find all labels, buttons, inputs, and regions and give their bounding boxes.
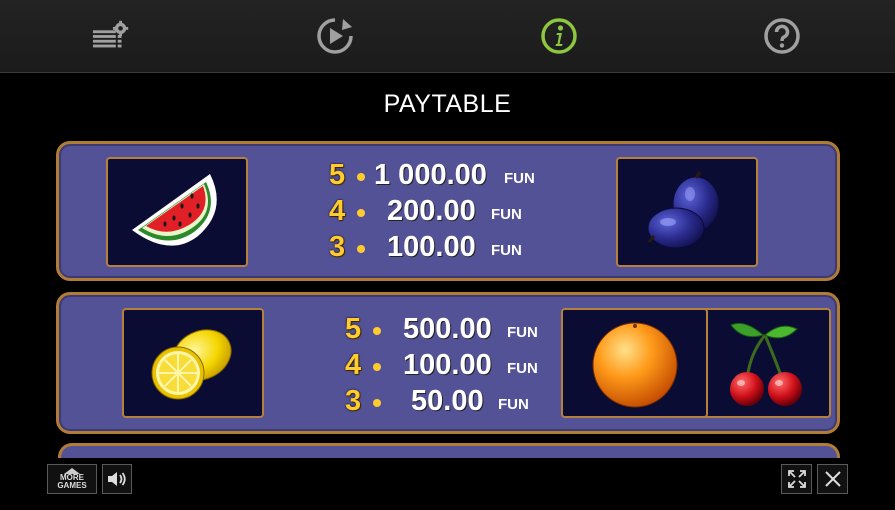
more-games-label-2: GAMES (57, 481, 87, 490)
lemon-icon (151, 329, 232, 400)
symbol-plum (616, 157, 758, 267)
speaker-icon (108, 472, 126, 486)
symbol-watermelon (106, 157, 248, 267)
symbol-cherries (689, 308, 831, 418)
symbol-count: 5 (345, 313, 362, 345)
currency-label: FUN (491, 242, 522, 259)
payout-amount: 200.00 (387, 195, 476, 227)
cherries-icon (730, 322, 802, 406)
paytable-panel-2: 5 500.00 FUN 4 100.00 FUN 3 50.00 FUN (56, 292, 840, 434)
autoplay-button[interactable] (315, 16, 355, 56)
help-icon (764, 18, 800, 54)
info-button[interactable] (539, 16, 579, 56)
close-button[interactable] (817, 464, 848, 494)
payout-amount: 500.00 (403, 313, 492, 345)
autoplay-icon (317, 18, 353, 54)
currency-label: FUN (507, 324, 538, 341)
close-icon (824, 471, 841, 487)
currency-label: FUN (504, 170, 535, 187)
bet-settings-icon (92, 20, 129, 48)
orange-icon (592, 322, 677, 408)
symbol-count: 4 (329, 195, 346, 227)
symbol-count: 4 (345, 349, 362, 381)
watermelon-icon (132, 174, 217, 246)
symbol-lemon (122, 308, 264, 418)
symbol-count: 5 (329, 159, 346, 191)
paytable-panel-3-partial (58, 443, 840, 458)
fullscreen-icon (787, 470, 806, 488)
symbol-count: 3 (329, 231, 346, 263)
currency-label: FUN (507, 360, 538, 377)
info-icon (541, 18, 577, 54)
more-games-icon: MORE GAMES (57, 468, 87, 490)
plum-icon (647, 171, 720, 249)
top-toolbar (0, 0, 895, 73)
payout-amount: 100.00 (403, 349, 492, 381)
symbol-count: 3 (345, 385, 362, 417)
bet-settings-button[interactable] (92, 16, 132, 56)
page-title: PAYTABLE (383, 90, 512, 118)
paytable-panel-1: 5 1 000.00 FUN 4 200.00 FUN 3 100.00 FUN (56, 141, 840, 281)
payout-amount: 1 000.00 (374, 159, 487, 191)
currency-label: FUN (498, 396, 529, 413)
bullet-dot (373, 363, 381, 371)
bullet-dot (373, 327, 381, 335)
sound-button[interactable] (102, 464, 132, 494)
symbol-orange (561, 308, 708, 418)
currency-label: FUN (491, 206, 522, 223)
bullet-dot (357, 209, 365, 217)
bullet-dot (357, 245, 365, 253)
fullscreen-button[interactable] (781, 464, 812, 494)
payout-amount: 100.00 (387, 231, 476, 263)
bullet-dot (373, 399, 381, 407)
bullet-dot (357, 173, 365, 181)
help-button[interactable] (762, 16, 802, 56)
payout-amount: 50.00 (411, 385, 484, 417)
more-games-button[interactable]: MORE GAMES (47, 464, 97, 494)
